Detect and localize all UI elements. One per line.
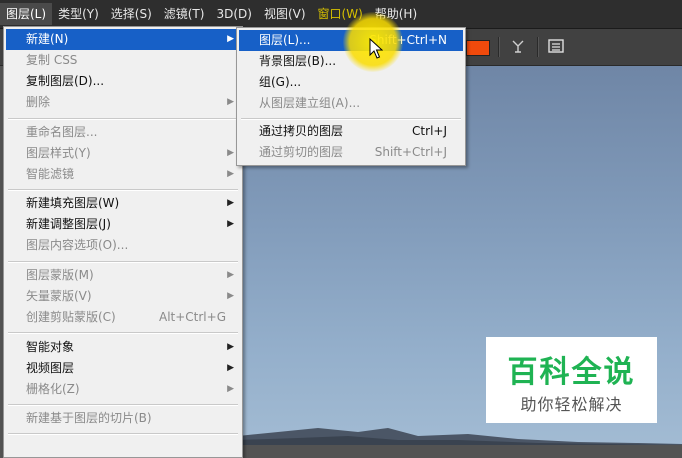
submenu-item-layer-via-cut[interactable]: 通过剪切的图层 Shift+Ctrl+J [239,142,463,163]
options-divider [498,37,500,57]
panel-list-icon[interactable] [548,38,564,58]
menu-item-new[interactable]: 新建(N) ▶ [6,29,240,50]
menu-item-new-layer-based-slice[interactable]: 新建基于图层的切片(B) [6,408,240,429]
chevron-right-icon: ▶ [227,34,234,44]
chevron-right-icon: ▶ [227,169,234,179]
menu-view[interactable]: 视图(V) [258,3,312,25]
foreground-color-swatch[interactable] [466,40,490,56]
menu-item-new-fill-layer[interactable]: 新建填充图层(W) ▶ [6,193,240,214]
watermark-subtitle: 助你轻松解决 [520,395,623,414]
menu-separator [8,261,238,263]
menu-item-delete[interactable]: 删除 ▶ [6,92,240,113]
submenu-item-group-from-layers[interactable]: 从图层建立组(A)... [239,93,463,114]
menu-item-vector-mask[interactable]: 矢量蒙版(V) ▶ [6,286,240,307]
submenu-item-layer-via-copy[interactable]: 通过拷贝的图层 Ctrl+J [239,121,463,142]
menu-item-layer-content-options[interactable]: 图层内容选项(O)... [6,235,240,256]
chevron-right-icon: ▶ [227,384,234,394]
chevron-right-icon: ▶ [227,219,234,229]
menu-separator [8,189,238,191]
chevron-right-icon: ▶ [227,363,234,373]
chevron-right-icon: ▶ [227,270,234,280]
menu-item-new-adjustment-layer[interactable]: 新建调整图层(J) ▶ [6,214,240,235]
submenu-item-group[interactable]: 组(G)... [239,72,463,93]
menu-3d[interactable]: 3D(D) [210,3,257,25]
menu-item-copy-css[interactable]: 复制 CSS [6,50,240,71]
menu-separator [8,332,238,334]
menu-item-rename-layer[interactable]: 重命名图层... [6,122,240,143]
menu-layer[interactable]: 图层(L) [0,3,53,25]
menu-item-smart-object[interactable]: 智能对象 ▶ [6,337,240,358]
options-divider [537,37,539,57]
menu-item-duplicate-layer[interactable]: 复制图层(D)... [6,71,240,92]
menu-item-layer-style[interactable]: 图层样式(Y) ▶ [6,143,240,164]
menu-item-layer-mask[interactable]: 图层蒙版(M) ▶ [6,265,240,286]
menu-separator [8,118,238,120]
menu-separator [8,404,238,406]
menu-item-smart-filter[interactable]: 智能滤镜 ▶ [6,164,240,185]
menu-item-rasterize[interactable]: 栅格化(Z) ▶ [6,379,240,400]
menu-type[interactable]: 类型(Y) [52,3,105,25]
menu-item-video-layer[interactable]: 视频图层 ▶ [6,358,240,379]
chevron-right-icon: ▶ [227,342,234,352]
menu-item-create-clipping-mask[interactable]: 创建剪贴蒙版(C) Alt+Ctrl+G [6,307,240,328]
menu-filter[interactable]: 滤镜(T) [158,3,211,25]
menu-separator [241,118,461,120]
menu-select[interactable]: 选择(S) [105,3,158,25]
watermark-title: 百科全说 [507,355,636,390]
layer-menu-dropdown: 新建(N) ▶ 复制 CSS 复制图层(D)... 删除 ▶ 重命名图层... 图层… [3,26,243,458]
chevron-right-icon: ▶ [227,97,234,107]
chevron-right-icon: ▶ [227,148,234,158]
chevron-right-icon: ▶ [227,198,234,208]
puppet-pin-icon[interactable] [510,38,526,58]
chevron-right-icon: ▶ [227,291,234,301]
menu-bar: 图层(L) 类型(Y) 选择(S) 滤镜(T) 3D(D) 视图(V) 窗口(W… [0,0,682,29]
menu-separator [8,433,238,435]
watermark-badge: 百科全说 助你轻松解决 [486,337,657,423]
arrow-cursor-icon [369,38,383,59]
